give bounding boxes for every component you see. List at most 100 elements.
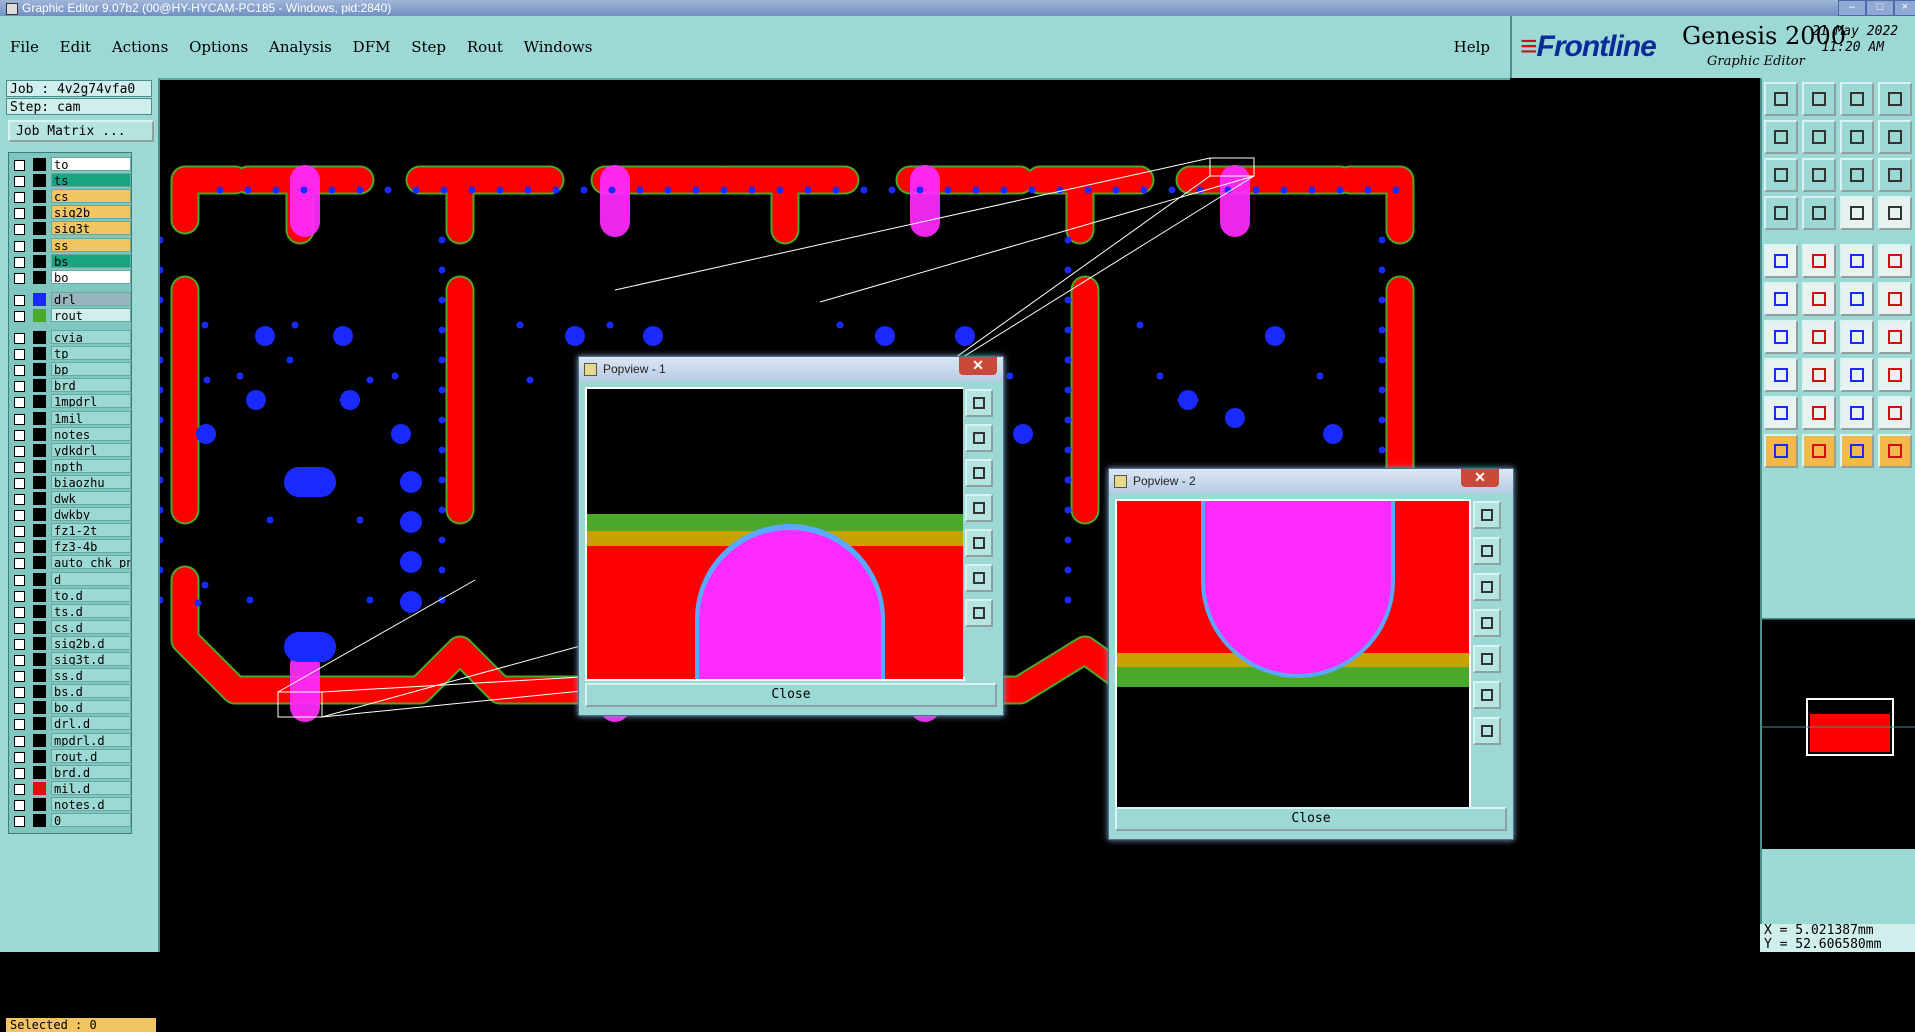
split-icon[interactable] xyxy=(1802,358,1836,392)
menu-rout[interactable]: Rout xyxy=(467,38,503,56)
layer-row[interactable]: cvia xyxy=(9,330,131,345)
circle-icon[interactable] xyxy=(1878,244,1912,278)
popview-2-x-button[interactable]: ✕ xyxy=(1461,469,1499,487)
help-icon[interactable] xyxy=(1878,158,1912,192)
layout-icon[interactable] xyxy=(1878,120,1912,154)
window-close-button[interactable]: × xyxy=(1894,0,1915,16)
menu-step[interactable]: Step xyxy=(411,38,446,56)
select-net-icon[interactable] xyxy=(1878,434,1912,468)
layer-row[interactable]: sig2b xyxy=(9,205,131,220)
pan-left-icon[interactable] xyxy=(1764,120,1798,154)
popview-1-view[interactable] xyxy=(585,387,965,681)
layer-name[interactable]: cs xyxy=(51,189,131,204)
menu-file[interactable]: File xyxy=(10,38,39,56)
vertex-icon[interactable] xyxy=(1840,282,1874,316)
layer-name[interactable]: 1mpdrl xyxy=(51,394,131,409)
layer-name[interactable]: cs.d xyxy=(51,619,131,634)
layer-row[interactable]: 1mpdrl xyxy=(9,394,131,409)
popview-1-titlebar[interactable]: Popview - 1 ✕ xyxy=(579,357,1003,381)
layer-row[interactable]: bo.d xyxy=(9,700,131,715)
layer-row[interactable]: dwkby xyxy=(9,507,131,522)
select-area-icon[interactable] xyxy=(1840,434,1874,468)
layer-name[interactable]: mil.d xyxy=(51,780,131,795)
layer-row[interactable]: to.d xyxy=(9,587,131,603)
layer-checkbox[interactable] xyxy=(14,638,25,650)
zoom-fit-icon[interactable] xyxy=(1764,158,1798,192)
layer-name[interactable]: notes.d xyxy=(51,796,131,811)
open-icon[interactable] xyxy=(1840,82,1874,116)
minimap[interactable] xyxy=(1762,618,1915,849)
zoom-in-icon[interactable] xyxy=(965,389,993,417)
layer-checkbox[interactable] xyxy=(14,381,25,393)
line-angle-icon[interactable] xyxy=(1764,320,1798,354)
save-icon[interactable] xyxy=(1802,82,1836,116)
layer-checkbox[interactable] xyxy=(14,590,25,602)
layer-row[interactable]: drl.d xyxy=(9,716,131,731)
mountain-icon[interactable] xyxy=(1764,396,1798,430)
move-left-icon[interactable] xyxy=(965,494,993,522)
layer-name[interactable]: fz3-4b xyxy=(51,539,131,554)
route-alt-icon[interactable] xyxy=(1878,196,1912,230)
layer-checkbox[interactable] xyxy=(14,445,25,457)
layer-checkbox[interactable] xyxy=(14,751,25,763)
layer-name[interactable]: rout xyxy=(51,307,131,322)
snap-icon[interactable] xyxy=(1802,196,1836,230)
move-left-icon[interactable] xyxy=(1473,609,1501,637)
popview-2[interactable]: Popview - 2 ✕ Close xyxy=(1108,468,1514,840)
layer-name[interactable]: fz1-2t xyxy=(51,523,131,538)
layer-checkbox[interactable] xyxy=(14,687,25,699)
layer-name[interactable]: drl.d xyxy=(51,716,131,731)
layer-checkbox[interactable] xyxy=(14,767,25,779)
layer-row[interactable]: ts.d xyxy=(9,603,131,619)
layer-checkbox[interactable] xyxy=(14,413,25,425)
maximize-button[interactable]: □ xyxy=(1866,0,1894,16)
layer-row[interactable]: bo xyxy=(9,269,131,285)
zoom-in-icon[interactable] xyxy=(1473,501,1501,529)
move-up-icon[interactable] xyxy=(1473,537,1501,565)
peak-icon[interactable] xyxy=(1802,396,1836,430)
layer-name[interactable]: sig2b xyxy=(51,205,131,220)
layer-checkbox[interactable] xyxy=(14,558,25,570)
layer-name[interactable]: d xyxy=(51,571,131,586)
layer-row[interactable]: drl xyxy=(9,291,131,307)
layer-row[interactable]: 0 xyxy=(9,813,131,828)
layer-checkbox[interactable] xyxy=(14,494,25,505)
layer-checkbox[interactable] xyxy=(14,365,25,377)
home-icon[interactable] xyxy=(1764,82,1798,116)
layer-name[interactable]: auto_chk_pn xyxy=(51,555,131,570)
layer-checkbox[interactable] xyxy=(14,224,25,236)
route-icon[interactable] xyxy=(1840,196,1874,230)
layer-name[interactable]: sig3t.d xyxy=(51,652,131,666)
layer-row[interactable]: ss.d xyxy=(9,668,131,683)
layer-checkbox[interactable] xyxy=(14,606,25,618)
layer-checkbox[interactable] xyxy=(14,333,25,344)
layer-row[interactable]: notes.d xyxy=(9,796,131,812)
layer-name[interactable]: npth xyxy=(51,458,131,473)
layer-name[interactable]: rout.d xyxy=(51,748,131,763)
layer-name[interactable]: 0 xyxy=(51,813,131,827)
layer-name[interactable]: brd.d xyxy=(51,764,131,779)
arc-icon[interactable] xyxy=(1878,282,1912,316)
layer-row[interactable]: cs xyxy=(9,189,131,204)
layer-checkbox[interactable] xyxy=(14,719,25,731)
layer-row[interactable]: brd xyxy=(9,378,131,393)
redo-icon[interactable] xyxy=(1840,120,1874,154)
popview-2-titlebar[interactable]: Popview - 2 ✕ xyxy=(1109,469,1513,493)
layer-checkbox[interactable] xyxy=(14,622,25,634)
layer-row[interactable]: sig2b.d xyxy=(9,635,131,651)
select-alt-icon[interactable] xyxy=(1802,434,1836,468)
popview-1-x-button[interactable]: ✕ xyxy=(959,357,997,375)
layer-checkbox[interactable] xyxy=(14,671,25,683)
layer-checkbox[interactable] xyxy=(14,816,25,827)
layer-name[interactable]: drl xyxy=(51,291,131,306)
line-icon[interactable] xyxy=(1802,320,1836,354)
menu-windows[interactable]: Windows xyxy=(524,38,593,56)
menu-actions[interactable]: Actions xyxy=(112,38,168,56)
layer-row[interactable]: to xyxy=(9,157,131,172)
layer-row[interactable]: biaozhu xyxy=(9,474,131,490)
layer-checkbox[interactable] xyxy=(14,799,25,811)
layer-row[interactable]: ss xyxy=(9,237,131,253)
layer-row[interactable]: mil.d xyxy=(9,780,131,796)
layer-checkbox[interactable] xyxy=(14,510,25,522)
layer-checkbox[interactable] xyxy=(14,240,25,252)
